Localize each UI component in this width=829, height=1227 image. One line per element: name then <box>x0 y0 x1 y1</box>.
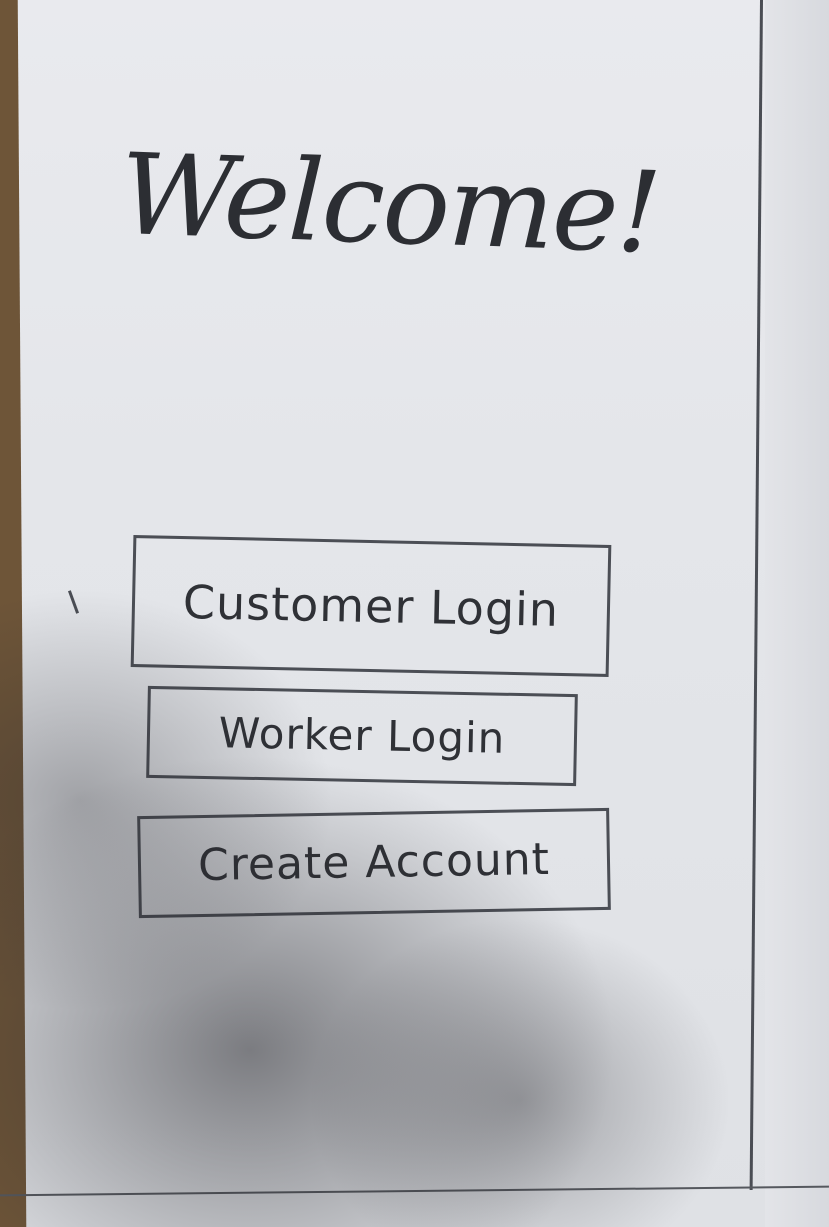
paper-sketch-photo: Welcome! Customer Login Worker Login Cre… <box>0 0 829 1227</box>
create-account-button[interactable]: Create Account <box>137 807 611 919</box>
customer-login-button[interactable]: Customer Login <box>130 535 612 677</box>
worker-login-button[interactable]: Worker Login <box>146 685 578 787</box>
welcome-title: Welcome! <box>117 129 662 279</box>
paper-edge-strip <box>765 0 829 1227</box>
